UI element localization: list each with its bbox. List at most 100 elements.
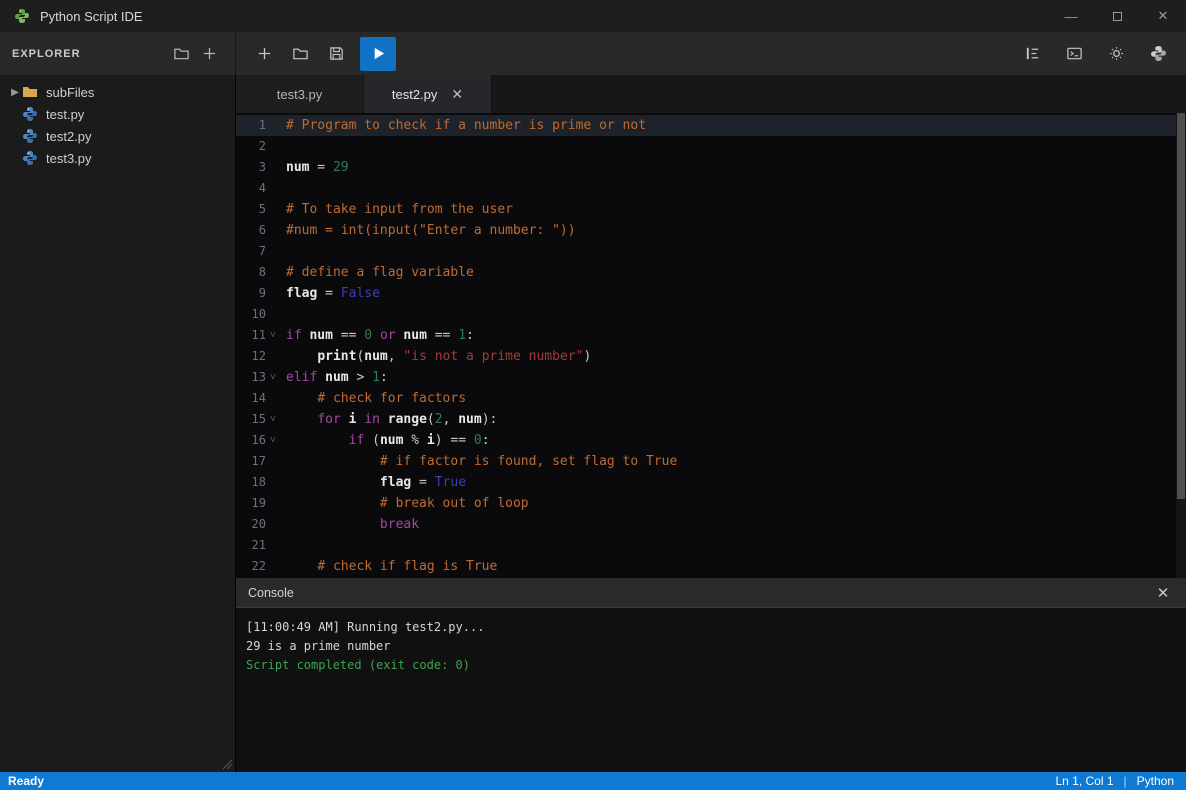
app-window: Python Script IDE — ✕ EXPLORER (0, 0, 1186, 790)
fold-chevron-icon (266, 241, 280, 262)
fold-chevron-icon[interactable]: ˅ (266, 430, 280, 451)
console-line: 29 is a prime number (246, 637, 1186, 656)
fold-chevron-icon[interactable]: ˅ (266, 367, 280, 388)
line-number: 18 (236, 472, 266, 493)
code-line-3[interactable]: 3num = 29 (236, 157, 1186, 178)
code-line-17[interactable]: 17 # if factor is found, set flag to Tru… (236, 451, 1186, 472)
header-band: EXPLORER (0, 32, 1186, 75)
python-file-icon (22, 106, 38, 122)
line-number: 5 (236, 199, 266, 220)
app-title: Python Script IDE (40, 9, 143, 24)
status-language[interactable]: Python (1137, 774, 1174, 788)
folder-icon (173, 45, 190, 62)
code-text: # if factor is found, set flag to True (280, 451, 677, 472)
code-line-22[interactable]: 22 # check if flag is True (236, 556, 1186, 577)
code-line-2[interactable]: 2 (236, 136, 1186, 157)
tree-item-test2.py[interactable]: test2.py (0, 125, 235, 147)
plus-icon (201, 45, 218, 62)
code-line-21[interactable]: 21 (236, 535, 1186, 556)
code-line-8[interactable]: 8# define a flag variable (236, 262, 1186, 283)
python-icon (1150, 45, 1167, 62)
open-file-button[interactable] (286, 40, 314, 68)
python-file-icon (22, 150, 38, 166)
folder-icon (22, 84, 38, 100)
console-header: Console ✕ (236, 578, 1186, 608)
code-text (280, 178, 286, 199)
fold-chevron-icon (266, 304, 280, 325)
console-close-button[interactable]: ✕ (1152, 584, 1174, 602)
tab-test3.py[interactable]: test3.py (236, 75, 364, 113)
tree-item-label: test2.py (46, 129, 92, 144)
code-text (280, 304, 286, 325)
code-line-13[interactable]: 13˅elif num > 1: (236, 367, 1186, 388)
tab-test2.py[interactable]: test2.py ✕ (364, 75, 492, 113)
code-text: # break out of loop (280, 493, 529, 514)
python-file-icon (22, 128, 38, 144)
code-line-16[interactable]: 16˅ if (num % i) == 0: (236, 430, 1186, 451)
code-text: num = 29 (280, 157, 349, 178)
status-cursor-position[interactable]: Ln 1, Col 1 (1055, 774, 1113, 788)
run-button[interactable] (360, 37, 396, 71)
fold-chevron-icon (266, 199, 280, 220)
fold-chevron-icon[interactable]: ˅ (266, 325, 280, 346)
code-line-4[interactable]: 4 (236, 178, 1186, 199)
new-folder-button[interactable] (167, 40, 195, 68)
theme-toggle-button[interactable] (1102, 40, 1130, 68)
sidebar-resize-grip[interactable] (221, 758, 233, 770)
line-number: 17 (236, 451, 266, 472)
code-line-12[interactable]: 12 print(num, "is not a prime number") (236, 346, 1186, 367)
code-text: elif num > 1: (280, 367, 388, 388)
new-file-button[interactable] (250, 40, 278, 68)
line-number: 21 (236, 535, 266, 556)
code-editor[interactable]: 1# Program to check if a number is prime… (236, 113, 1186, 578)
tab-bar: test3.py test2.py ✕ (236, 75, 1186, 113)
code-line-14[interactable]: 14 # check for factors (236, 388, 1186, 409)
code-line-5[interactable]: 5# To take input from the user (236, 199, 1186, 220)
code-line-1[interactable]: 1# Program to check if a number is prime… (236, 115, 1186, 136)
fold-chevron-icon (266, 346, 280, 367)
code-text: #num = int(input("Enter a number: ")) (280, 220, 576, 241)
console-panel: Console ✕ [11:00:49 AM] Running test2.py… (236, 578, 1186, 772)
fold-chevron-icon (266, 451, 280, 472)
console-output: [11:00:49 AM] Running test2.py...29 is a… (236, 608, 1186, 772)
code-line-20[interactable]: 20 break (236, 514, 1186, 535)
code-line-19[interactable]: 19 # break out of loop (236, 493, 1186, 514)
code-text (280, 136, 286, 157)
tree-item-folder[interactable]: ▶ subFiles (0, 81, 235, 103)
fold-chevron-icon (266, 472, 280, 493)
terminal-icon (1066, 45, 1083, 62)
plus-icon (256, 45, 273, 62)
console-line: [11:00:49 AM] Running test2.py... (246, 618, 1186, 637)
tab-label: test2.py (392, 87, 438, 102)
fold-chevron-icon[interactable]: ˅ (266, 409, 280, 430)
line-number: 10 (236, 304, 266, 325)
maximize-button[interactable] (1094, 0, 1140, 32)
code-line-18[interactable]: 18 flag = True (236, 472, 1186, 493)
minimize-button[interactable]: — (1048, 0, 1094, 32)
editor-scrollbar[interactable] (1176, 113, 1186, 578)
tree-item-test.py[interactable]: test.py (0, 103, 235, 125)
code-line-7[interactable]: 7 (236, 241, 1186, 262)
folder-icon (292, 45, 309, 62)
code-line-15[interactable]: 15˅ for i in range(2, num): (236, 409, 1186, 430)
code-line-10[interactable]: 10 (236, 304, 1186, 325)
fold-chevron-icon (266, 178, 280, 199)
scrollbar-thumb[interactable] (1177, 113, 1185, 499)
file-tree: ▶ subFiles test.py test2.py test3.py (0, 75, 235, 169)
save-button[interactable] (322, 40, 350, 68)
code-line-6[interactable]: 6#num = int(input("Enter a number: ")) (236, 220, 1186, 241)
tree-item-test3.py[interactable]: test3.py (0, 147, 235, 169)
fold-chevron-icon (266, 115, 280, 136)
tab-close-icon[interactable]: ✕ (451, 86, 463, 103)
tree-item-label: test3.py (46, 151, 92, 166)
line-number: 4 (236, 178, 266, 199)
close-button[interactable]: ✕ (1140, 0, 1186, 32)
python-tools-button[interactable] (1144, 40, 1172, 68)
line-number: 1 (236, 115, 266, 136)
explorer-add-button[interactable] (195, 40, 223, 68)
terminal-toggle-button[interactable] (1060, 40, 1088, 68)
code-line-11[interactable]: 11˅if num == 0 or num == 1: (236, 325, 1186, 346)
code-line-9[interactable]: 9flag = False (236, 283, 1186, 304)
format-code-button[interactable] (1018, 40, 1046, 68)
explorer-header: EXPLORER (0, 32, 236, 75)
